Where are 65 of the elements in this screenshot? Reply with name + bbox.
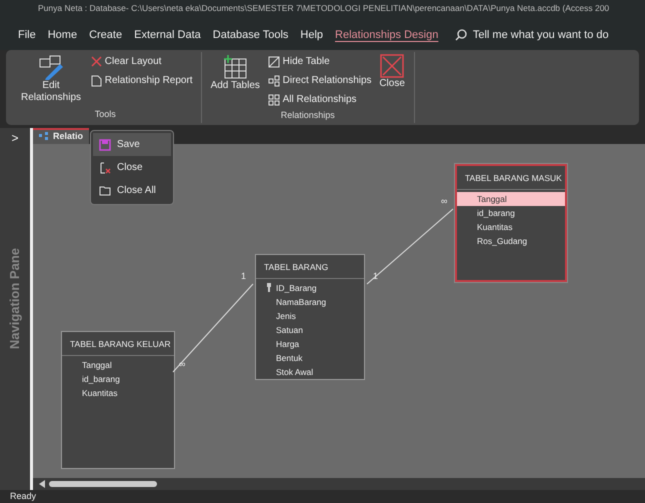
expand-button[interactable]: > bbox=[10, 128, 20, 148]
ribbon-tab[interactable]: External Data bbox=[128, 26, 207, 44]
table-icon bbox=[268, 56, 280, 68]
field-name[interactable]: ID_Barang bbox=[256, 281, 364, 296]
scroll-left-icon bbox=[39, 480, 45, 488]
pane-label: Navigation Pane bbox=[6, 248, 24, 349]
relationship-icon bbox=[268, 74, 280, 86]
table-icon bbox=[222, 54, 248, 80]
ribbon-tab[interactable]: Database Tools bbox=[206, 26, 294, 44]
close-icon bbox=[99, 162, 111, 174]
field-name[interactable]: Bentuk bbox=[256, 351, 364, 366]
field-name[interactable]: id_barang bbox=[457, 206, 565, 220]
cardinality-label: ∞ bbox=[179, 360, 186, 369]
cardinality-label: 1 bbox=[241, 272, 246, 281]
ribbon-tab[interactable]: Help bbox=[294, 26, 330, 44]
close-icon bbox=[380, 54, 404, 78]
relationship-line[interactable] bbox=[172, 283, 254, 372]
field-name[interactable]: Stok Awal bbox=[256, 365, 364, 380]
relationship-line[interactable] bbox=[366, 208, 454, 284]
field-name[interactable]: Ros_Gudang bbox=[457, 234, 565, 248]
x-icon bbox=[90, 56, 102, 67]
menu-item[interactable]: Close bbox=[93, 156, 171, 179]
save-icon bbox=[99, 138, 111, 150]
scrollbar-thumb[interactable] bbox=[49, 481, 157, 487]
relationship-icon bbox=[39, 132, 49, 142]
menu-item[interactable]: Save bbox=[93, 133, 171, 156]
tell-me-field[interactable]: Tell me what you want to do bbox=[472, 26, 609, 44]
table-title: TABEL BARANG MASUK bbox=[457, 166, 565, 190]
ribbon-tab[interactable]: Create bbox=[83, 26, 128, 44]
field-name[interactable]: Kuantitas bbox=[457, 220, 565, 234]
pencil-icon bbox=[38, 54, 64, 80]
ribbon-button[interactable]: Clear Layout bbox=[88, 52, 195, 71]
ribbon-tab[interactable]: File bbox=[12, 26, 42, 44]
group-label: Tools bbox=[94, 108, 117, 120]
field-name[interactable]: Kuantitas bbox=[62, 386, 174, 400]
field-name[interactable]: Harga bbox=[256, 337, 364, 352]
field-name[interactable]: NamaBarang bbox=[256, 295, 364, 310]
field-name[interactable]: Tanggal bbox=[62, 358, 174, 372]
table-title: TABEL BARANG KELUAR bbox=[62, 332, 174, 356]
document-tab[interactable]: Relatio bbox=[33, 128, 89, 144]
cardinality-label: ∞ bbox=[441, 196, 448, 206]
window-title: Punya Neta : Database- C:\Users\neta eka\Documents\SEMESTER 7\METODOLOGI PENELITIAN\perencanaan\DATA\Punya Neta.accdb (Access 200 bbox=[0, 0, 645, 20]
document-icon bbox=[90, 74, 102, 86]
field-name[interactable]: Satuan bbox=[256, 323, 364, 338]
table-box[interactable]: TABEL BARANG MASUK Tanggal id_barang Kuantitas Ros_Gudang bbox=[455, 164, 567, 282]
ribbon-button[interactable]: Direct Relationships bbox=[266, 71, 374, 90]
menu-item[interactable]: Close All bbox=[93, 179, 171, 202]
field-name[interactable]: Tanggal bbox=[457, 192, 565, 206]
ribbon-tab[interactable]: Home bbox=[42, 26, 84, 44]
field-name[interactable]: id_barang bbox=[62, 372, 174, 386]
relationship-icon bbox=[268, 94, 280, 106]
folder-icon bbox=[99, 186, 111, 196]
ribbon-button[interactable]: All Relationships bbox=[266, 90, 374, 109]
table-box[interactable]: TABEL BARANG KELUAR Tanggal id_barang Kuantitas bbox=[61, 330, 175, 469]
group-label: Relationships bbox=[280, 109, 336, 122]
search-icon bbox=[455, 29, 468, 41]
ribbon-button[interactable]: Relationship Report bbox=[88, 71, 195, 90]
ribbon-tab[interactable]: Relationships Design bbox=[329, 26, 444, 44]
ribbon-button[interactable]: Close bbox=[376, 52, 408, 92]
table-title: TABEL BARANG bbox=[256, 254, 364, 278]
table-box[interactable]: TABEL BARANG ID_Barang NamaBarang Jenis Satuan Harga Bentuk Stok Awal bbox=[255, 254, 365, 380]
field-name[interactable]: Jenis bbox=[256, 309, 364, 324]
ribbon-button[interactable]: Hide Table bbox=[266, 52, 374, 71]
ribbon-button[interactable]: Edit Relationships bbox=[16, 52, 86, 106]
ribbon-button[interactable]: Add Tables bbox=[208, 52, 263, 94]
